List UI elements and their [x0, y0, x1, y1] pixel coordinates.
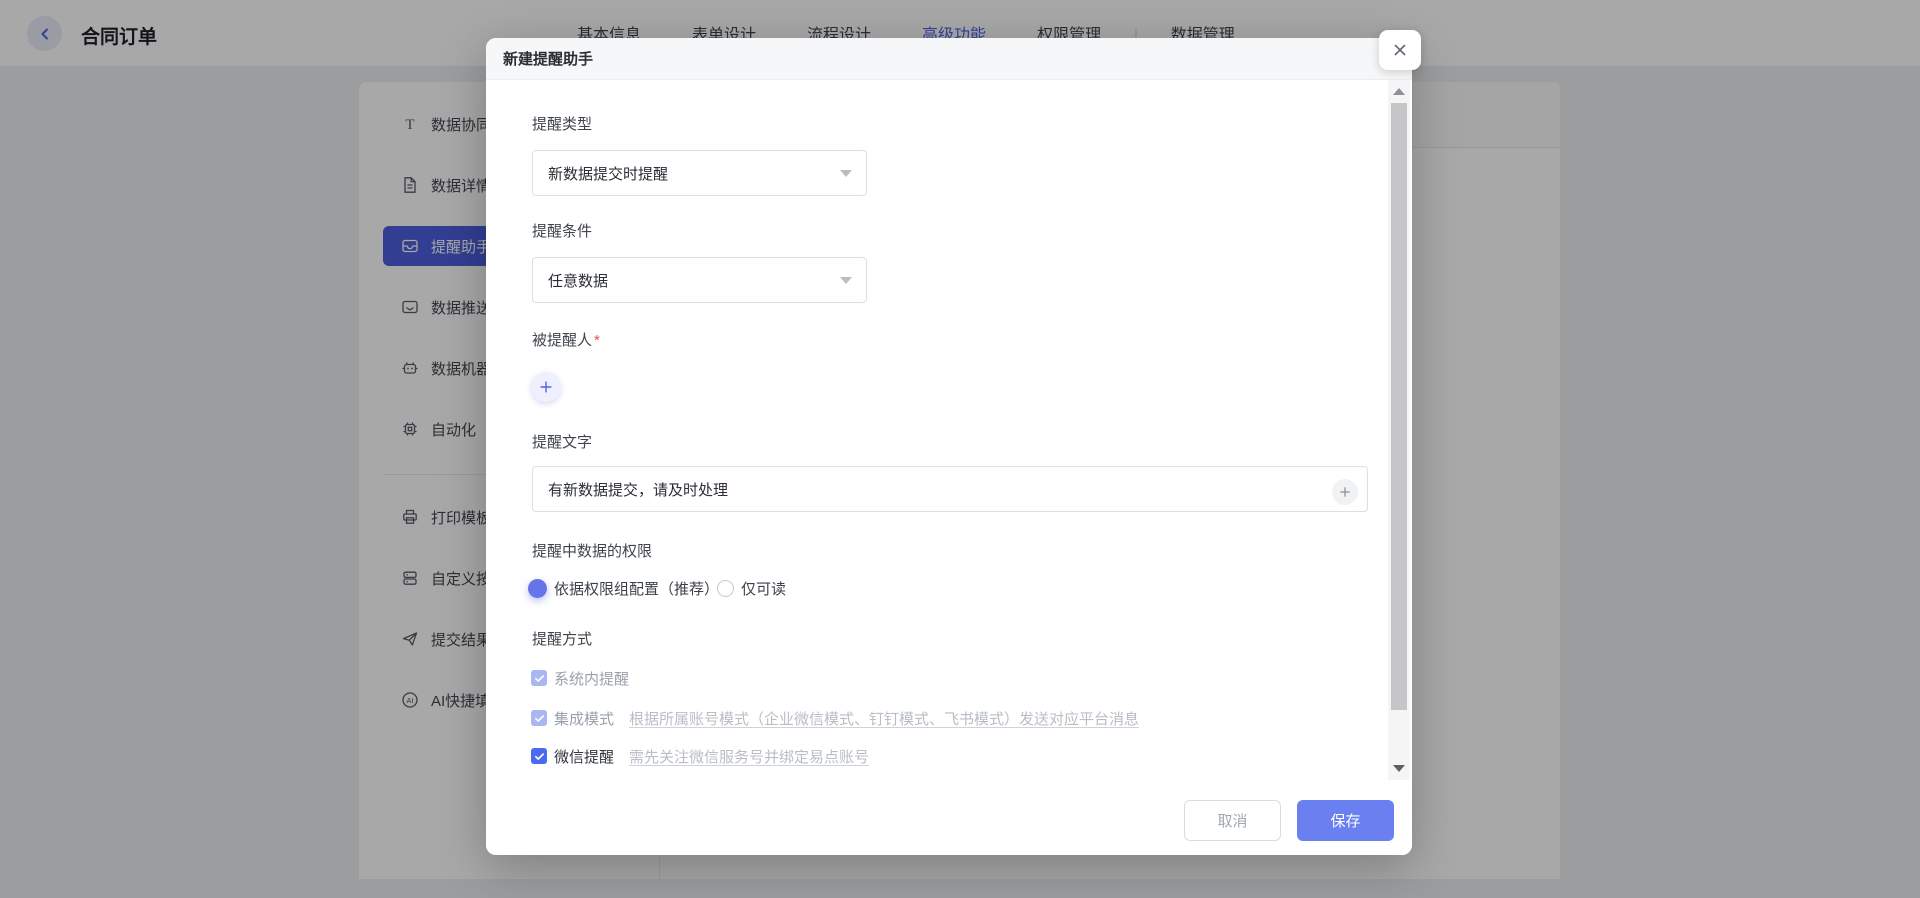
scrollbar-thumb[interactable]	[1391, 103, 1407, 710]
radio-selected-icon	[528, 579, 547, 598]
radio-unselected-icon	[717, 580, 734, 597]
modal-scrollbar[interactable]	[1388, 80, 1410, 780]
cancel-button[interactable]: 取消	[1184, 800, 1281, 841]
checkbox-label: 系统内提醒	[554, 668, 629, 689]
radio-label: 依据权限组配置（推荐）	[554, 578, 719, 599]
modal-header: 新建提醒助手	[486, 38, 1412, 80]
modal-title: 新建提醒助手	[503, 48, 593, 69]
radio-permission-group[interactable]: 依据权限组配置（推荐）	[528, 574, 719, 602]
recipient-label: 被提醒人*	[532, 329, 600, 350]
required-mark: *	[594, 332, 600, 349]
checkbox-checked-disabled-icon[interactable]	[531, 710, 547, 726]
checkbox-label: 微信提醒	[554, 746, 614, 767]
checkbox-row-system: 系统内提醒	[531, 667, 629, 689]
close-button[interactable]	[1379, 30, 1421, 70]
chevron-down-icon	[840, 277, 852, 284]
plus-icon	[1338, 485, 1352, 499]
checkbox-checked-disabled-icon[interactable]	[531, 670, 547, 686]
reminder-text-input[interactable]	[532, 466, 1368, 512]
radio-read-only[interactable]: 仅可读	[717, 574, 786, 602]
scroll-up-arrow-icon[interactable]	[1393, 88, 1405, 95]
radio-label: 仅可读	[741, 578, 786, 599]
reminder-type-label: 提醒类型	[532, 113, 592, 134]
reminder-type-value: 新数据提交时提醒	[548, 163, 668, 184]
insert-field-button[interactable]	[1332, 479, 1358, 505]
reminder-method-label: 提醒方式	[532, 628, 592, 649]
app-page: 合同订单 基本信息 表单设计 流程设计 高级功能 权限管理 | 数据管理 T 数…	[0, 0, 1920, 898]
reminder-text-label: 提醒文字	[532, 431, 592, 452]
reminder-condition-value: 任意数据	[548, 270, 608, 291]
save-button[interactable]: 保存	[1297, 800, 1394, 841]
checkbox-checked-icon[interactable]	[531, 748, 547, 764]
chevron-down-icon	[840, 170, 852, 177]
checkbox-description: 需先关注微信服务号并绑定易点账号	[629, 746, 869, 767]
checkbox-description: 根据所属账号模式（企业微信模式、钉钉模式、飞书模式）发送对应平台消息	[629, 708, 1139, 729]
reminder-condition-label: 提醒条件	[532, 220, 592, 241]
reminder-type-select[interactable]: 新数据提交时提醒	[532, 150, 867, 196]
plus-icon	[538, 379, 554, 395]
checkbox-row-wechat: 微信提醒 需先关注微信服务号并绑定易点账号	[531, 745, 869, 767]
reminder-condition-select[interactable]: 任意数据	[532, 257, 867, 303]
data-permission-label: 提醒中数据的权限	[532, 540, 652, 561]
scroll-down-arrow-icon[interactable]	[1393, 765, 1405, 772]
new-reminder-modal: 新建提醒助手 提醒类型 新数据提交时提醒 提醒条件 任意数据 被提醒人*	[486, 38, 1412, 855]
close-icon	[1391, 41, 1409, 59]
add-recipient-button[interactable]	[531, 372, 561, 402]
checkbox-row-integration: 集成模式 根据所属账号模式（企业微信模式、钉钉模式、飞书模式）发送对应平台消息	[531, 707, 1139, 729]
checkbox-label: 集成模式	[554, 708, 614, 729]
recipient-label-text: 被提醒人	[532, 332, 592, 349]
